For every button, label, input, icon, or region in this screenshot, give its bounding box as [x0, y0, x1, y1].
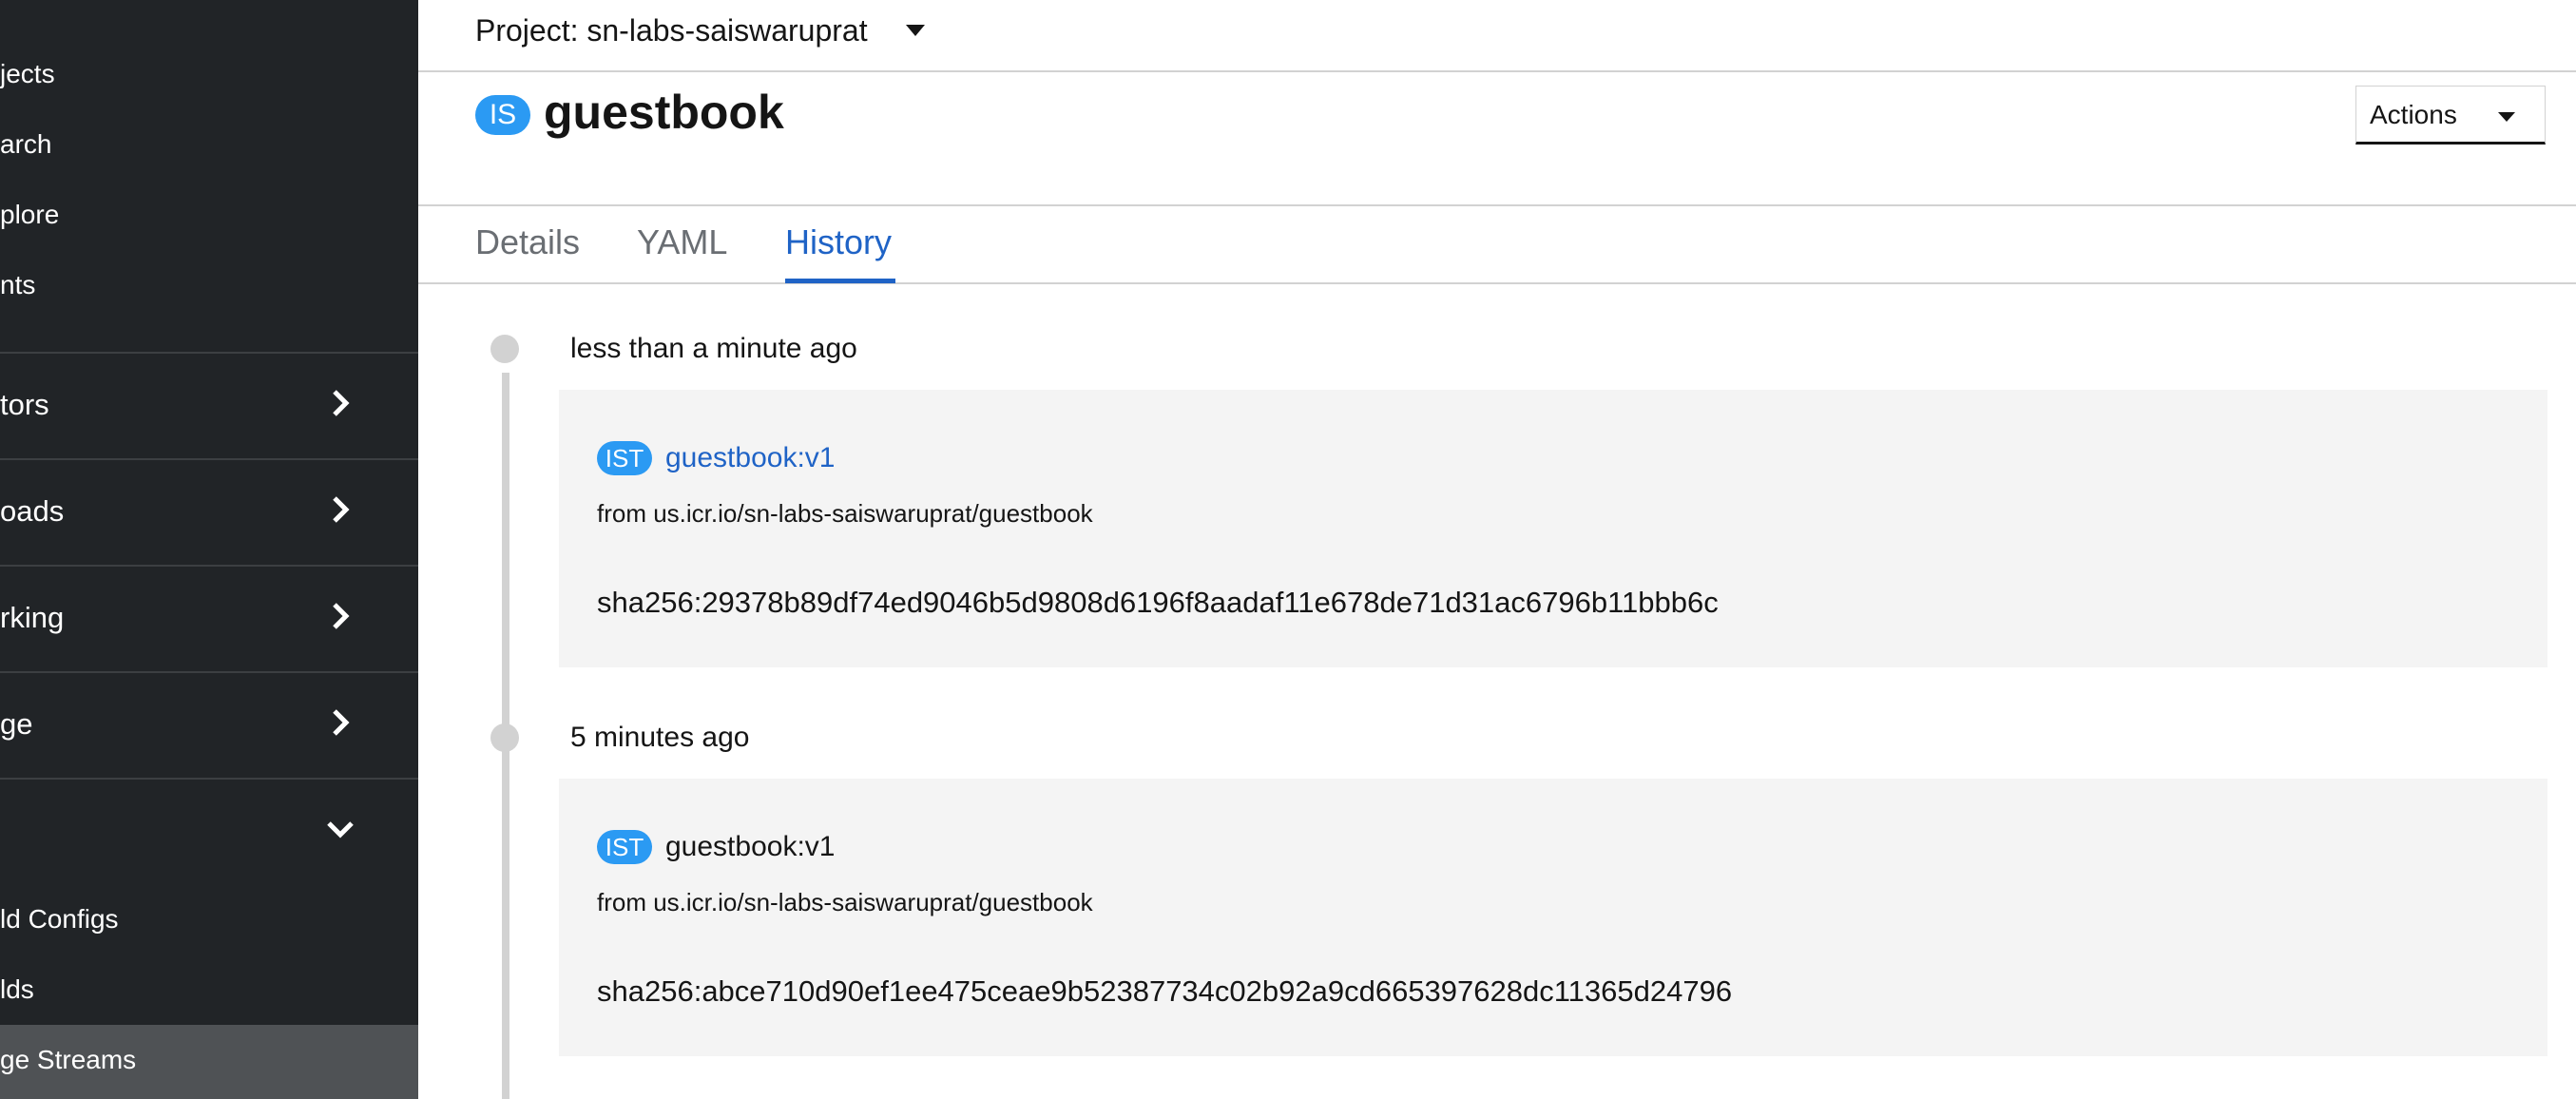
caret-down-icon [2498, 112, 2515, 122]
tab-history[interactable]: History [785, 220, 892, 265]
timeline-dot [490, 335, 519, 363]
image-stream-tag-badge: IST [597, 830, 652, 864]
sidebar-item-explore[interactable]: plore [0, 196, 418, 234]
project-bar: Project: sn-labs-saiswaruprat [418, 0, 2576, 72]
sidebar-nav: jects arch plore nts tors oads rking ge … [0, 0, 418, 1099]
active-tab-indicator [785, 279, 895, 283]
tab-details[interactable]: Details [475, 220, 580, 265]
image-digest: sha256:abce710d90ef1ee475ceae9b52387734c… [597, 974, 1733, 1008]
sidebar-divider [0, 671, 418, 673]
tab-bar: Details YAML History [418, 204, 2576, 284]
caret-down-icon[interactable] [905, 23, 926, 38]
chevron-right-icon[interactable] [323, 492, 357, 527]
history-time: less than a minute ago [570, 333, 857, 364]
actions-dropdown[interactable]: Actions [2355, 86, 2546, 145]
image-stream-tag-link[interactable]: guestbook:v1 [665, 437, 835, 479]
sidebar-divider [0, 458, 418, 460]
sidebar-divider [0, 352, 418, 354]
chevron-down-icon[interactable] [323, 812, 357, 846]
history-card: IST guestbook:v1 from us.icr.io/sn-labs-… [559, 779, 2547, 1056]
sidebar-item-search[interactable]: arch [0, 125, 418, 164]
timeline-dot [490, 723, 519, 752]
sidebar-divider [0, 778, 418, 780]
resource-kind-badge: IS [475, 95, 530, 135]
project-selector[interactable]: Project: sn-labs-saiswaruprat [475, 11, 868, 49]
chevron-right-icon[interactable] [323, 705, 357, 740]
image-digest: sha256:29378b89df74ed9046b5d9808d6196f8a… [597, 586, 1719, 619]
history-time: 5 minutes ago [570, 722, 750, 753]
chevron-right-icon[interactable] [323, 599, 357, 633]
sidebar-item-build-configs[interactable]: ld Configs [0, 900, 418, 938]
image-source: from us.icr.io/sn-labs-saiswaruprat/gues… [597, 888, 1093, 916]
image-stream-tag-badge: IST [597, 441, 652, 475]
history-card: IST guestbook:v1 from us.icr.io/sn-labs-… [559, 390, 2547, 667]
tab-yaml[interactable]: YAML [637, 220, 727, 265]
sidebar-item-projects[interactable]: jects [0, 55, 418, 93]
sidebar-divider [0, 565, 418, 567]
page-title: guestbook [544, 86, 784, 139]
image-stream-tag-name: guestbook:v1 [665, 831, 836, 862]
main-content: Project: sn-labs-saiswaruprat IS guestbo… [418, 0, 2576, 1099]
sidebar-item-events[interactable]: nts [0, 266, 418, 304]
sidebar-item-image-streams[interactable]: ge Streams [0, 1041, 418, 1079]
chevron-right-icon[interactable] [323, 386, 357, 420]
image-source: from us.icr.io/sn-labs-saiswaruprat/gues… [597, 499, 1093, 528]
actions-label: Actions [2370, 100, 2457, 129]
sidebar-item-builds[interactable]: lds [0, 971, 418, 1009]
